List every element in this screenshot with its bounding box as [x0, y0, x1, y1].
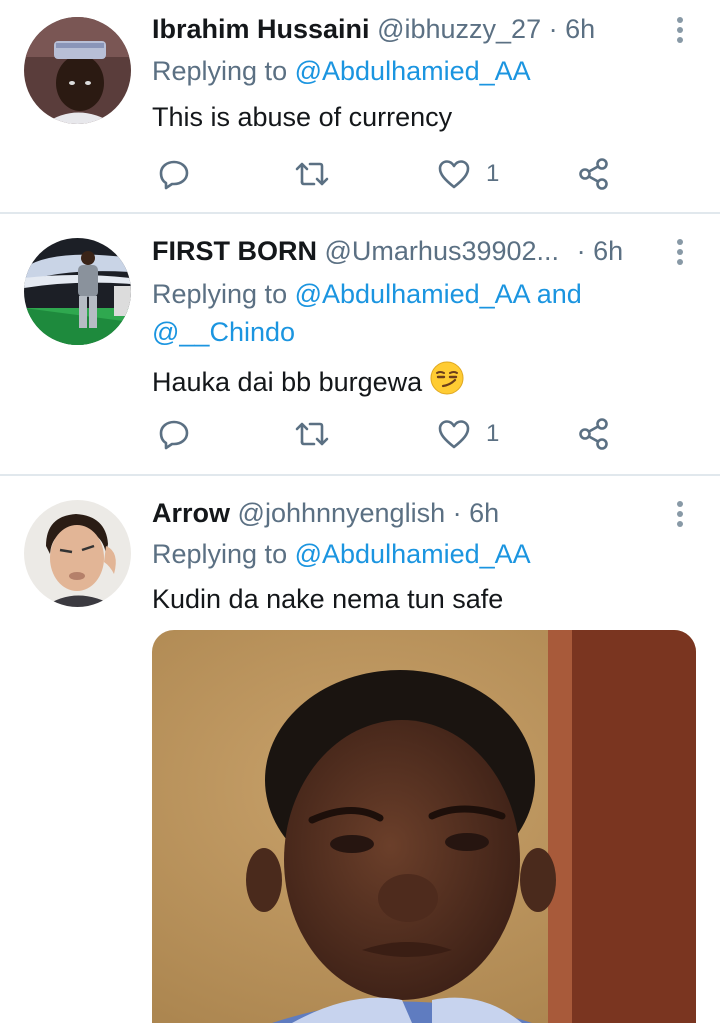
user-handle[interactable]: @ibhuzzy_27 [377, 14, 541, 44]
share-button[interactable] [578, 154, 610, 194]
retweet-button[interactable] [294, 414, 330, 454]
like-count: 1 [486, 420, 500, 447]
heart-icon [438, 160, 470, 189]
timestamp[interactable]: 6h [593, 236, 623, 266]
retweet-button[interactable] [294, 154, 330, 194]
user-handle[interactable]: @Umarhus39902... [325, 236, 560, 266]
replying-to: Replying to @Abdulhamied_AA [152, 535, 672, 573]
display-name[interactable]: FIRST BORN [152, 236, 317, 266]
tweet-2[interactable]: FIRST BORN @Umarhus39902... · 6h Replyin… [0, 214, 720, 474]
reply-button[interactable] [158, 154, 190, 194]
mention-link[interactable]: @Abdulhamied_AA [295, 56, 531, 86]
more-vertical-icon[interactable] [671, 501, 689, 531]
like-button[interactable]: 1 [438, 154, 499, 194]
replying-to: Replying to @Abdulhamied_AA and @__Chind… [152, 275, 672, 351]
retweet-icon [295, 162, 329, 186]
more-vertical-icon[interactable] [671, 239, 689, 269]
mention-and: and [536, 279, 582, 309]
mention-link[interactable]: @Abdulhamied_AA [295, 539, 531, 569]
avatar[interactable] [24, 500, 131, 607]
reply-button[interactable] [158, 414, 190, 454]
replying-to-label: Replying to [152, 56, 288, 86]
tweet-media-photo[interactable] [152, 630, 696, 1023]
display-name[interactable]: Ibrahim Hussaini [152, 14, 370, 44]
tweet-text: Kudin da nake nema tun safe [152, 584, 504, 614]
tweet-1[interactable]: Ibrahim Hussaini @ibhuzzy_27 · 6h Replyi… [0, 0, 720, 212]
user-handle[interactable]: @johhnnyenglish [238, 498, 446, 528]
tweet-text: This is abuse of currency [152, 102, 453, 132]
like-button[interactable]: 1 [438, 414, 499, 454]
replying-to-label: Replying to [152, 539, 288, 569]
separator-dot: · [548, 14, 558, 44]
tweet-actions: 1 [152, 154, 622, 194]
avatar[interactable] [24, 17, 131, 124]
tweet-actions: 1 [152, 414, 622, 454]
tweet-header: FIRST BORN @Umarhus39902... · 6h [152, 235, 623, 267]
avatar[interactable] [24, 238, 131, 345]
timestamp[interactable]: 6h [469, 498, 499, 528]
reply-icon [159, 160, 189, 190]
share-button[interactable] [578, 414, 610, 454]
like-count: 1 [486, 160, 500, 187]
replying-to: Replying to @Abdulhamied_AA [152, 52, 672, 90]
separator-dot: · [452, 498, 462, 528]
reply-icon [159, 420, 189, 450]
tweet-header: Ibrahim Hussaini @ibhuzzy_27 · 6h [152, 13, 595, 45]
retweet-icon [295, 422, 329, 446]
replying-to-label: Replying to [152, 279, 288, 309]
tweet-text-content: Hauka dai bb burgewa [152, 367, 423, 397]
share-icon [579, 418, 608, 450]
mention-link[interactable]: @Abdulhamied_AA [295, 279, 530, 309]
heart-icon [438, 420, 470, 449]
separator-dot: · [576, 236, 586, 266]
more-vertical-icon[interactable] [671, 17, 689, 47]
share-icon [579, 158, 608, 190]
mention-link-2[interactable]: @__Chindo [152, 317, 295, 347]
tweet-text: Hauka dai bb burgewa [152, 361, 464, 403]
tweet-header: Arrow @johhnnyenglish · 6h [152, 497, 499, 529]
smirking-face-emoji [430, 361, 464, 403]
timestamp[interactable]: 6h [565, 14, 595, 44]
display-name[interactable]: Arrow [152, 498, 230, 528]
